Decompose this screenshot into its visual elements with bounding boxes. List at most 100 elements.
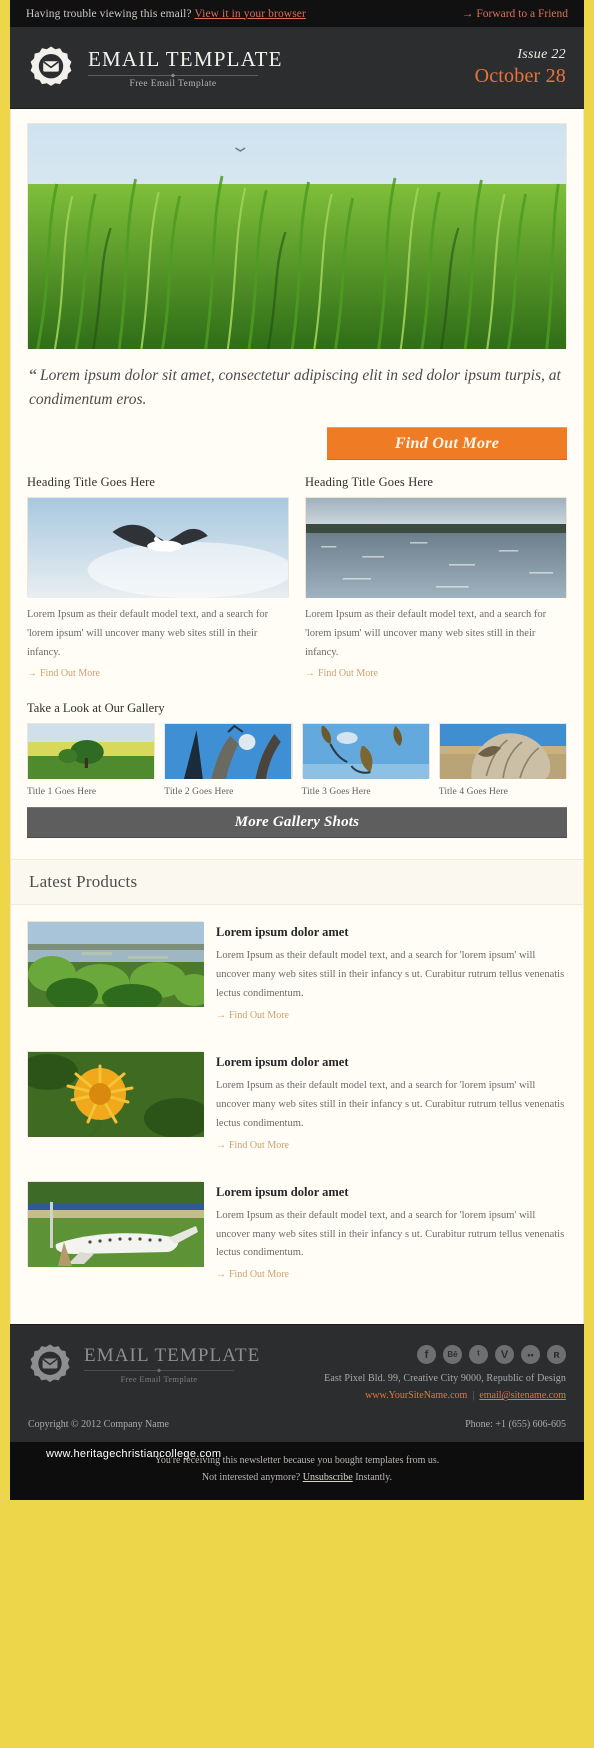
product-description: Lorem Ipsum as their default model text,… (216, 950, 565, 1000)
product-title: Lorem ipsum dolor amet (216, 1054, 349, 1069)
footer-brand: EMAIL TEMPLATE Free Email Template (28, 1343, 260, 1387)
footer-top: EMAIL TEMPLATE Free Email Template f Bē … (28, 1343, 566, 1401)
product-find-out-more-link[interactable]: → Find Out More (216, 1004, 567, 1021)
social-links: f Bē ᵗ V •• ʀ (324, 1345, 566, 1373)
quote-text: Lorem ipsum dolor sit amet, consectetur … (29, 367, 561, 408)
brand-title: EMAIL TEMPLATE (88, 47, 283, 72)
column-right: Heading Title Goes Here Lorem Ipsum as t… (305, 475, 567, 679)
product-title: Lorem ipsum dolor amet (216, 925, 349, 940)
sculpture-against-sky-photo (164, 723, 293, 780)
column-heading: Heading Title Goes Here (27, 475, 156, 490)
product-link-label: Find Out More (229, 1269, 289, 1281)
product-find-out-more-link[interactable]: → Find Out More (216, 1263, 567, 1280)
cta-row: Find Out More (27, 419, 567, 475)
arrow-right-icon: → (216, 1009, 226, 1021)
latest-products-title: Latest Products (29, 872, 138, 892)
trouble-text: Having trouble viewing this email? (26, 7, 192, 20)
product-description: Lorem Ipsum as their default model text,… (216, 1079, 565, 1129)
quote-mark-icon: “ (29, 367, 37, 384)
arrow-right-icon: → (216, 1139, 226, 1151)
rss-icon[interactable]: ʀ (547, 1345, 566, 1365)
legal-line-2: Not interested anymore? Unsubscribe Inst… (10, 1469, 584, 1486)
column-link-label: Find Out More (318, 668, 378, 680)
gallery-caption: Title 2 Goes Here (164, 787, 234, 798)
field-with-tree-photo (27, 723, 156, 780)
quote-block: “Lorem ipsum dolor sit amet, consectetur… (27, 348, 567, 419)
footer-brand-divider (84, 1370, 234, 1372)
link-separator: | (472, 1390, 475, 1402)
product-find-out-more-link[interactable]: → Find Out More (216, 1134, 567, 1151)
column-heading: Heading Title Goes Here (305, 475, 434, 490)
find-out-more-button[interactable]: Find Out More (327, 427, 567, 460)
body-tail-spacer (11, 1294, 583, 1324)
facebook-icon[interactable]: f (417, 1345, 436, 1365)
dried-seed-pods-photo (301, 723, 430, 780)
product-row: Lorem ipsum dolor amet Lorem Ipsum as th… (11, 905, 583, 1035)
behance-icon[interactable]: Bē (443, 1345, 462, 1365)
latest-products-band: Latest Products (11, 859, 583, 906)
arrow-right-icon: → (216, 1269, 226, 1281)
legal-prefix: Not interested anymore? (201, 1472, 303, 1484)
preheader-right[interactable]: → Forward to a Friend (462, 8, 568, 20)
gallery-caption: Title 1 Goes Here (27, 787, 97, 798)
twitter-icon[interactable]: ᵗ (469, 1345, 488, 1365)
product-link-label: Find Out More (229, 1139, 289, 1151)
preheader-bar: Having trouble viewing this email? View … (10, 0, 584, 27)
issue-date: October 28 (474, 65, 566, 87)
column-left: Heading Title Goes Here Lorem Ipsum as t… (27, 475, 294, 679)
gallery-item[interactable]: Title 2 Goes Here (164, 723, 293, 798)
column-body: Lorem Ipsum as their default model text,… (305, 609, 547, 658)
legal-suffix: Instantly. (352, 1472, 393, 1484)
column-find-out-more-link[interactable]: → Find Out More (305, 662, 567, 679)
seagull-in-flight-photo (27, 497, 294, 599)
unsubscribe-link[interactable]: Unsubscribe (303, 1472, 353, 1483)
legal-bar: www.heritagechristiancollege.com You're … (10, 1442, 584, 1501)
footer-contact: f Bē ᵗ V •• ʀ East Pixel Bld. 99, Creati… (324, 1343, 566, 1401)
product-title: Lorem ipsum dolor amet (216, 1184, 349, 1199)
gallery-item[interactable]: Title 4 Goes Here (438, 723, 567, 798)
footer-links: www.YourSiteName.com | email@sitename.com (324, 1384, 566, 1401)
parked-airplane-photo (27, 1180, 204, 1267)
two-column-section: Heading Title Goes Here Lorem Ipsum as t… (27, 475, 567, 685)
header-brand-text: EMAIL TEMPLATE Free Email Template (88, 46, 283, 89)
column-find-out-more-link[interactable]: → Find Out More (27, 662, 289, 679)
gallery-caption: Title 4 Goes Here (438, 787, 508, 798)
envelope-seal-icon (28, 45, 74, 91)
brand-divider (88, 74, 258, 76)
footer-brand-text: EMAIL TEMPLATE Free Email Template (84, 1346, 260, 1384)
product-body: Lorem ipsum dolor amet Lorem Ipsum as th… (216, 1181, 567, 1281)
issue-number: Issue 22 (517, 47, 566, 62)
hero-image (27, 123, 567, 350)
sea-shoreline-photo (305, 497, 567, 599)
column-link-label: Find Out More (40, 668, 100, 680)
gallery-heading: Take a Look at Our Gallery (27, 701, 165, 716)
more-gallery-shots-button[interactable]: More Gallery Shots (27, 807, 567, 838)
flickr-icon[interactable]: •• (521, 1345, 540, 1365)
product-description: Lorem Ipsum as their default model text,… (216, 1209, 565, 1259)
email-link[interactable]: email@sitename.com (479, 1390, 566, 1401)
email-template-page: Having trouble viewing this email? View … (0, 0, 594, 1748)
forward-to-friend-link[interactable]: Forward to a Friend (476, 8, 568, 20)
website-link[interactable]: www.YourSiteName.com (365, 1390, 467, 1401)
email-body: “Lorem ipsum dolor sit amet, consectetur… (10, 109, 584, 1325)
gallery-item[interactable]: Title 1 Goes Here (27, 723, 156, 798)
view-in-browser-link[interactable]: View it in your browser (194, 8, 305, 20)
gallery-item[interactable]: Title 3 Goes Here (301, 723, 430, 797)
product-row: Lorem ipsum dolor amet Lorem Ipsum as th… (11, 1165, 583, 1295)
body-inner: “Lorem ipsum dolor sit amet, consectetur… (11, 109, 583, 859)
footer-brand-subtitle: Free Email Template (120, 1374, 198, 1385)
product-row: Lorem ipsum dolor amet Lorem Ipsum as th… (11, 1035, 583, 1165)
product-body: Lorem ipsum dolor amet Lorem Ipsum as th… (216, 1051, 567, 1151)
vimeo-icon[interactable]: V (495, 1345, 514, 1365)
copyright-text: Copyright © 2012 Company Name (28, 1419, 169, 1431)
yellow-dandelion-flower-photo (18, 1050, 212, 1139)
column-body: Lorem Ipsum as their default model text,… (27, 609, 269, 658)
estuary-landscape-photo (27, 921, 214, 1013)
header-brand: EMAIL TEMPLATE Free Email Template (28, 45, 475, 91)
footer-address: East Pixel Bld. 99, Creative City 9000, … (324, 1373, 566, 1385)
arrow-right-icon: → (461, 7, 474, 20)
phone-text: Phone: +1 (655) 606-605 (465, 1419, 566, 1431)
email-footer: EMAIL TEMPLATE Free Email Template f Bē … (10, 1324, 584, 1443)
arrow-right-icon: → (305, 668, 315, 680)
